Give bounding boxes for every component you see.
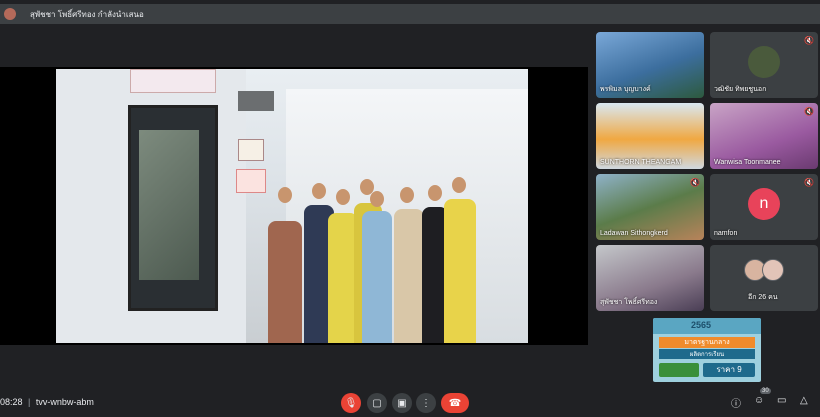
- participant-tile[interactable]: 🔇 Wanwisa Toonmanee: [710, 103, 818, 169]
- participant-avatar: [748, 46, 780, 78]
- camera-icon[interactable]: ▢: [367, 393, 387, 413]
- presented-photo: [56, 69, 528, 343]
- participant-name: namfon: [714, 230, 738, 237]
- slide-price: ราคา 9: [703, 363, 755, 377]
- participant-name: SUNTHORN THEANGAM: [600, 159, 682, 166]
- participant-name: สุพัชชา โพธิ์ศรีทอง: [600, 299, 658, 306]
- meeting-controls-bar: 08:28 | tvv-wnbw-abm 🎙 ▢ ▣ ⋮ ☎ ⓘ ☺ 30 ▭ …: [0, 388, 820, 417]
- mic-off-icon: 🔇: [804, 36, 814, 45]
- participant-tile[interactable]: n 🔇 namfon: [710, 174, 818, 240]
- presentation-stage: [0, 67, 588, 345]
- mic-off-icon[interactable]: 🎙: [341, 393, 361, 413]
- mic-off-icon: 🔇: [804, 178, 814, 187]
- mic-off-icon: 🔇: [690, 178, 700, 187]
- slide-year: 2565: [691, 320, 712, 330]
- participant-tile[interactable]: SUNTHORN THEANGAM: [596, 103, 704, 169]
- meeting-info: 08:28 | tvv-wnbw-abm: [0, 397, 94, 407]
- participant-name: Ladawan Sithongkerd: [600, 230, 668, 237]
- participant-tile[interactable]: 🔇 Ladawan Sithongkerd: [596, 174, 704, 240]
- info-icon[interactable]: ⓘ: [731, 395, 741, 410]
- participant-tile[interactable]: 🔇 วฒิชัย ทิพยชูนอก: [710, 32, 818, 98]
- call-end-icon[interactable]: ☎: [441, 393, 469, 413]
- activities-icon[interactable]: △: [800, 395, 808, 406]
- more-icon[interactable]: ⋮: [416, 393, 436, 413]
- participant-avatar: n: [748, 188, 780, 220]
- mic-off-icon: 🔇: [804, 107, 814, 116]
- presenter-avatar: [4, 8, 16, 20]
- more-participants-label: อีก 26 คน: [748, 294, 778, 301]
- meeting-code: tvv-wnbw-abm: [35, 397, 94, 407]
- participant-name: วฒิชัย ทิพยชูนอก: [714, 86, 767, 93]
- more-participants-tile[interactable]: อีก 26 คน: [710, 245, 818, 311]
- people-icon[interactable]: ☺: [754, 395, 764, 406]
- slide-line2: ผลิตการเรียน: [659, 349, 755, 359]
- presenter-banner: สุพัชชา โพธิ์ศรีทอง กำลังนำเสนอ: [0, 4, 820, 24]
- present-icon[interactable]: ▣: [392, 393, 412, 413]
- participant-name: Wanwisa Toonmanee: [714, 159, 781, 166]
- chat-icon[interactable]: ▭: [777, 395, 786, 406]
- slide-line1: มาตรฐานกลาง: [659, 337, 755, 348]
- meeting-time: 08:28: [0, 397, 23, 407]
- participant-tile[interactable]: พรพิมล บุญบางค์: [596, 32, 704, 98]
- people-count-badge: 30: [760, 388, 771, 394]
- participant-tile[interactable]: สุพัชชา โพธิ์ศรีทอง: [596, 245, 704, 311]
- presentation-thumbnail[interactable]: 2565 มาตรฐานกลาง ผลิตการเรียน ราคา 9: [653, 318, 761, 382]
- presenter-banner-text: สุพัชชา โพธิ์ศรีทอง กำลังนำเสนอ: [30, 9, 144, 19]
- participant-avatar: [762, 259, 784, 281]
- participant-name: พรพิมล บุญบางค์: [600, 86, 651, 93]
